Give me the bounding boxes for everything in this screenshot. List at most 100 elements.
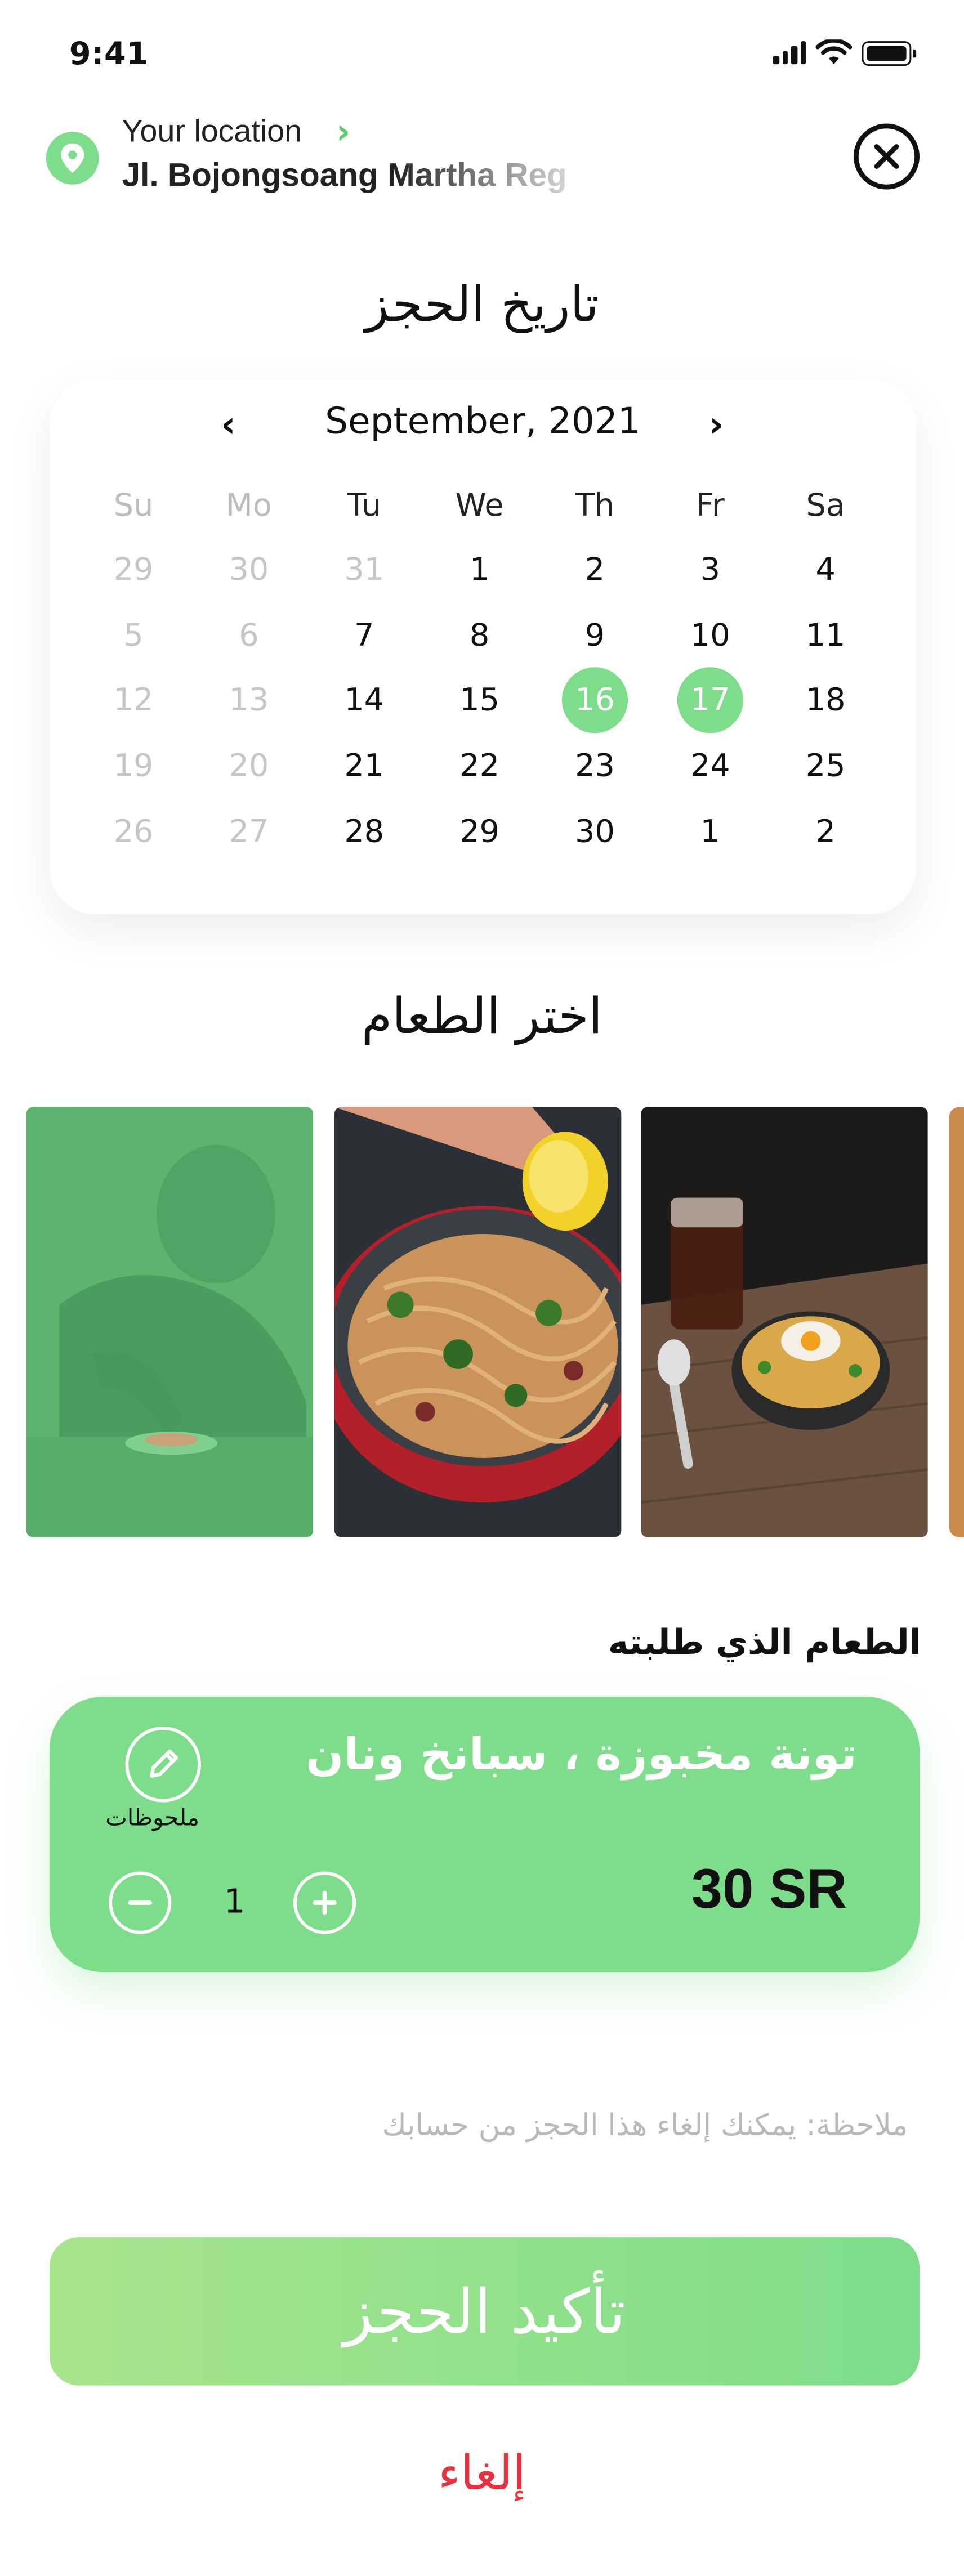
calendar-day[interactable]: 23 [537, 733, 653, 798]
calendar-day[interactable]: 28 [306, 799, 422, 864]
calendar-day-number: 27 [229, 813, 269, 849]
calendar-day: 31 [306, 537, 422, 602]
calendar-day[interactable]: 2 [537, 537, 653, 602]
decrease-quantity-button[interactable] [109, 1871, 172, 1934]
calendar-day-number: 15 [459, 682, 500, 719]
calendar-day[interactable]: 1 [422, 537, 537, 602]
calendar-day: 26 [76, 799, 191, 864]
weekday-header: Sa [806, 488, 845, 524]
calendar-day-selected[interactable]: 16 [537, 667, 653, 734]
calendar-day-number: 29 [459, 813, 500, 849]
battery-icon [862, 40, 917, 65]
calendar-day-number: 6 [239, 617, 259, 654]
close-icon [874, 144, 899, 169]
calendar-day[interactable]: 9 [537, 602, 653, 668]
calendar-day-number: 3 [700, 551, 721, 588]
status-time: 9:41 [69, 36, 149, 73]
cancellation-note: ملاحظة: يمكنك إلغاء هذا الحجز من حسابك [382, 2108, 908, 2144]
calendar-header: ‹ September, 2021 › [50, 402, 916, 455]
calendar-day[interactable]: 14 [306, 668, 422, 733]
calendar-day[interactable]: 18 [768, 668, 883, 733]
chevron-right-icon[interactable]: › [336, 112, 350, 151]
calendar-day-number: 30 [575, 813, 615, 849]
food-image-chef[interactable] [26, 1107, 314, 1537]
calendar-day-number: 22 [459, 748, 500, 784]
calendar-day-number: 1 [700, 813, 721, 849]
calendar-day: 30 [191, 537, 306, 602]
calendar-day: 12 [76, 668, 191, 733]
calendar-day-number: 25 [805, 748, 846, 784]
calendar-day: 19 [76, 733, 191, 798]
calendar-day[interactable]: 7 [306, 602, 422, 668]
calendar-day[interactable]: 15 [422, 668, 537, 733]
location-label[interactable]: Your location [122, 115, 302, 151]
calendar-day[interactable]: 25 [768, 733, 883, 798]
minus-icon [128, 1900, 153, 1905]
calendar-day: 13 [191, 668, 306, 733]
calendar-day-number: 2 [584, 551, 605, 588]
cancel-button[interactable]: إلغاء [0, 2445, 964, 2501]
calendar-day-selected[interactable]: 17 [653, 667, 768, 734]
calendar-day-number: 19 [113, 748, 154, 784]
calendar-day[interactable]: 21 [306, 733, 422, 798]
calendar-day: 5 [76, 602, 191, 668]
calendar-day-number: 8 [469, 617, 490, 654]
order-card: تونة مخبوزة ، سبانخ ونان 30 SR ملحوظات 1 [49, 1697, 920, 1973]
calendar-month-label: September, 2021 [325, 402, 641, 444]
calendar-day[interactable]: 22 [422, 733, 537, 798]
food-image-peek[interactable] [949, 1107, 964, 1537]
plus-icon [313, 1890, 337, 1915]
calendar-day[interactable]: 24 [653, 733, 768, 798]
food-image-rice-bowl[interactable] [641, 1107, 928, 1537]
increase-quantity-button[interactable] [293, 1871, 356, 1934]
calendar-day[interactable]: 3 [653, 537, 768, 602]
calendar-day-number: 1 [469, 551, 490, 588]
calendar-day[interactable]: 4 [768, 537, 883, 602]
calendar-day-number: 20 [229, 748, 269, 784]
calendar-day-number: 11 [805, 617, 846, 654]
calendar-day-number: 13 [229, 682, 269, 719]
signal-icon [773, 41, 806, 65]
calendar-day-number: 24 [690, 748, 730, 784]
notes-label: ملحوظات [105, 1805, 200, 1832]
weekday-header: Th [575, 488, 615, 524]
calendar-day-number: 7 [354, 617, 374, 654]
calendar-day[interactable]: 8 [422, 602, 537, 668]
calendar-day-number: 17 [677, 667, 743, 734]
calendar-day-number: 14 [344, 682, 385, 719]
location-address[interactable]: Jl. Bojongsoang Martha Reg [122, 158, 575, 196]
calendar-day[interactable]: 29 [422, 799, 537, 864]
calendar-day-number: 28 [344, 813, 385, 849]
calendar-day[interactable]: 10 [653, 602, 768, 668]
calendar-day: 6 [191, 602, 306, 668]
pencil-icon [150, 1749, 178, 1778]
calendar: ‹ September, 2021 › Su Mo Tu We Th Fr Sa 29 30 31… [49, 379, 917, 915]
wifi-icon [815, 39, 853, 65]
calendar-day-number: 2 [815, 813, 836, 849]
food-image-noodles[interactable] [334, 1107, 622, 1537]
calendar-day[interactable]: 11 [768, 602, 883, 668]
order-item-name: تونة مخبوزة ، سبانخ ونان [305, 1729, 857, 1781]
calendar-day-number: 23 [575, 748, 615, 784]
calendar-day-number: 31 [344, 551, 385, 588]
weekday-header: Fr [695, 488, 725, 524]
confirm-booking-button[interactable]: تأكيد الحجز [49, 2237, 920, 2386]
order-item-price: 30 SR [691, 1858, 847, 1921]
close-button[interactable] [853, 123, 920, 190]
calendar-day[interactable]: 1 [653, 799, 768, 864]
notes-button[interactable] [125, 1726, 202, 1803]
calendar-day-number: 26 [113, 813, 154, 849]
booking-date-title: تاريخ الحجز [365, 276, 599, 335]
calendar-day: 20 [191, 733, 306, 798]
status-icons [773, 39, 917, 66]
weekday-header: We [455, 488, 504, 524]
calendar-day-number: 4 [815, 551, 836, 588]
calendar-day[interactable]: 30 [537, 799, 653, 864]
calendar-day[interactable]: 2 [768, 799, 883, 864]
weekday-header: Mo [225, 488, 272, 524]
next-month-button[interactable]: › [708, 405, 724, 446]
location-pin-icon [46, 132, 99, 185]
calendar-day-number: 16 [561, 667, 628, 734]
calendar-day-number: 21 [344, 748, 385, 784]
calendar-day-number: 18 [805, 682, 846, 719]
